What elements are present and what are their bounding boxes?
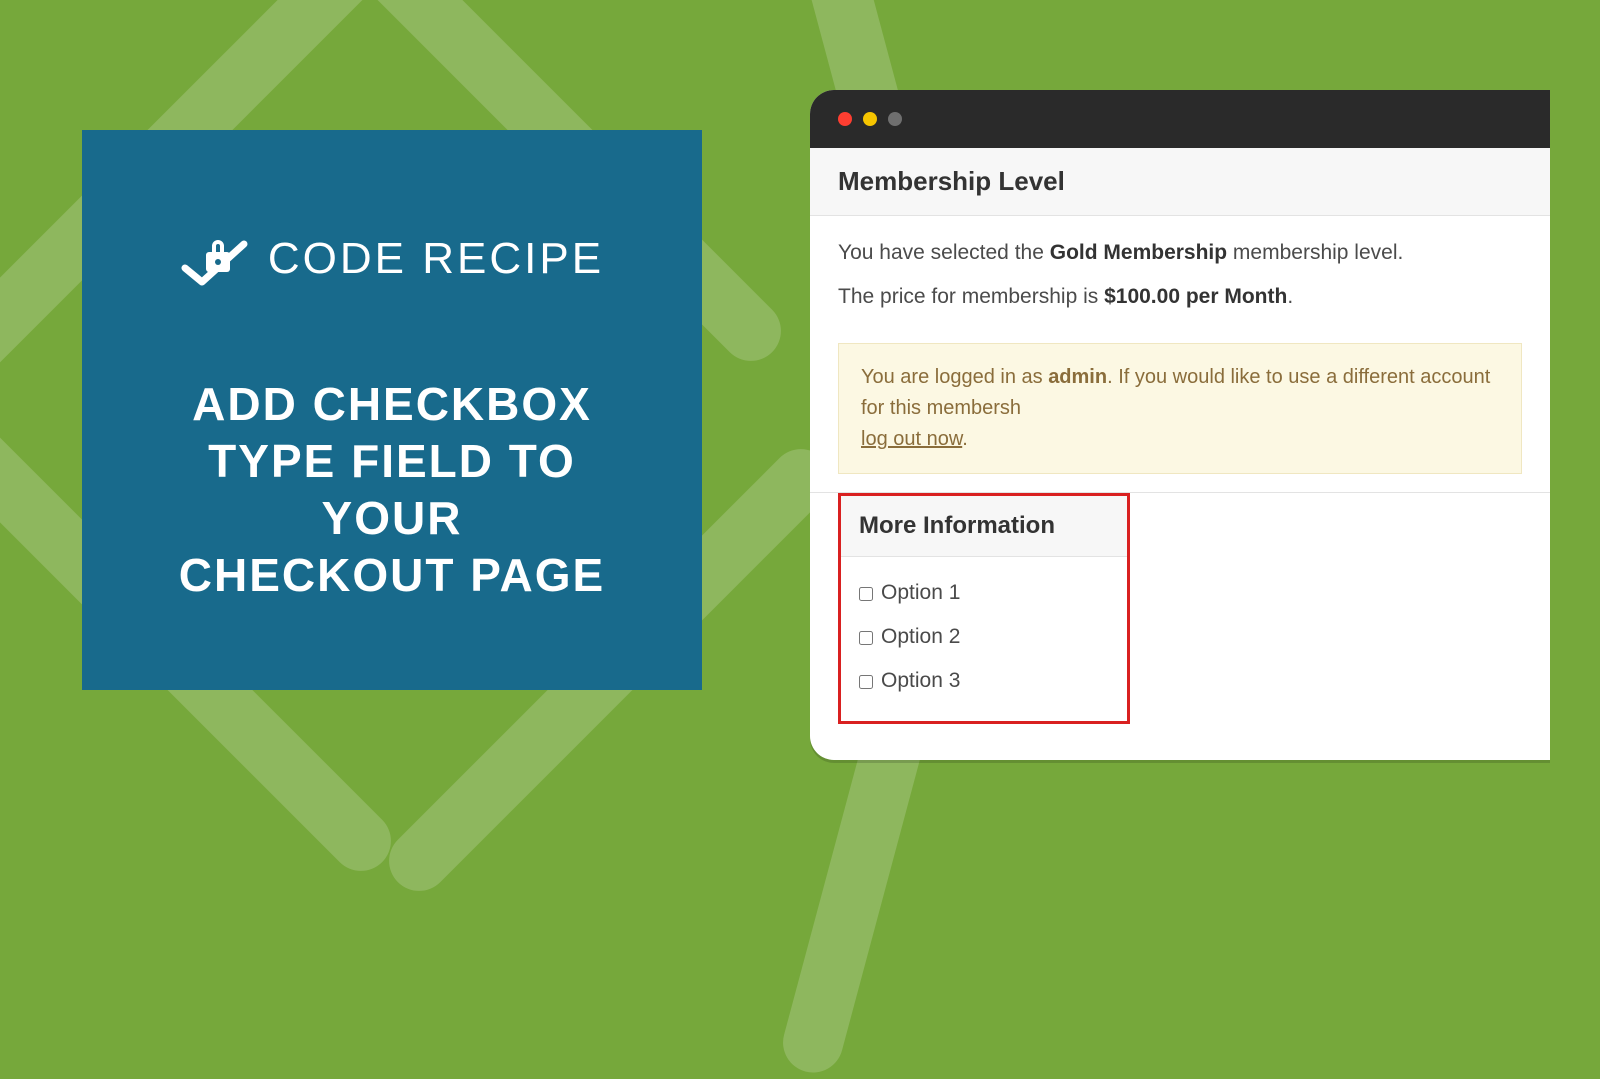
membership-level-body: You have selected the Gold Membership me… bbox=[810, 216, 1550, 335]
option-label: Option 1 bbox=[881, 581, 960, 605]
checkbox-option[interactable]: Option 3 bbox=[859, 659, 1109, 703]
logout-link[interactable]: log out now bbox=[861, 428, 962, 450]
maximize-icon[interactable] bbox=[888, 112, 902, 126]
promo-title-line: ADD CHECKBOX bbox=[134, 376, 650, 433]
browser-window: Membership Level You have selected the G… bbox=[810, 90, 1550, 760]
promo-title: ADD CHECKBOX TYPE FIELD TO YOUR CHECKOUT… bbox=[134, 376, 650, 604]
selected-level-text: You have selected the Gold Membership me… bbox=[838, 238, 1522, 268]
selected-plan-name: Gold Membership bbox=[1050, 241, 1227, 264]
close-icon[interactable] bbox=[838, 112, 852, 126]
more-information-header: More Information bbox=[841, 496, 1127, 557]
promo-title-line: TYPE FIELD TO YOUR bbox=[134, 433, 650, 547]
more-information-highlight: More Information Option 1 Option 2 Optio… bbox=[838, 493, 1130, 724]
option-1-checkbox[interactable] bbox=[859, 587, 873, 601]
checkbox-option[interactable]: Option 1 bbox=[859, 571, 1109, 615]
price-text: The price for membership is $100.00 per … bbox=[838, 282, 1522, 312]
option-label: Option 2 bbox=[881, 625, 960, 649]
price-value: $100.00 per Month bbox=[1104, 285, 1287, 308]
window-titlebar bbox=[810, 90, 1550, 148]
promo-title-line: CHECKOUT PAGE bbox=[134, 547, 650, 604]
checkbox-option-list: Option 1 Option 2 Option 3 bbox=[841, 557, 1127, 721]
current-user: admin bbox=[1048, 366, 1107, 388]
login-notice: You are logged in as admin. If you would… bbox=[838, 343, 1522, 474]
promo-card: CODE RECIPE ADD CHECKBOX TYPE FIELD TO Y… bbox=[82, 130, 702, 690]
option-3-checkbox[interactable] bbox=[859, 675, 873, 689]
option-label: Option 3 bbox=[881, 669, 960, 693]
checkout-page: Membership Level You have selected the G… bbox=[810, 148, 1550, 724]
minimize-icon[interactable] bbox=[863, 112, 877, 126]
logo-text: CODE RECIPE bbox=[268, 234, 604, 284]
code-recipe-logo-icon bbox=[180, 230, 250, 288]
checkbox-option[interactable]: Option 2 bbox=[859, 615, 1109, 659]
logo-row: CODE RECIPE bbox=[180, 230, 604, 288]
membership-level-header: Membership Level bbox=[810, 148, 1550, 216]
option-2-checkbox[interactable] bbox=[859, 631, 873, 645]
